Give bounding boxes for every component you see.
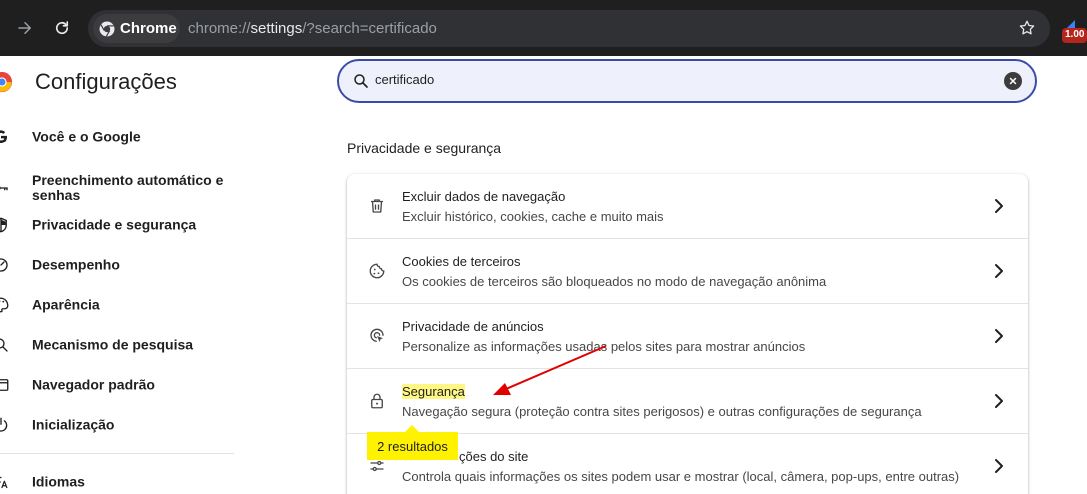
shield-icon — [0, 217, 7, 233]
sidebar-item-label: Inicialização — [32, 416, 115, 433]
ads-privacy-icon — [370, 328, 384, 342]
sidebar-item-languages[interactable]: Idiomas — [0, 462, 240, 494]
browser-window-icon — [0, 379, 9, 391]
sidebar-item-search-engine[interactable]: Mecanismo de pesquisa — [0, 325, 240, 365]
settings-search-box[interactable] — [337, 59, 1037, 103]
translate-icon — [0, 476, 8, 489]
sidebar-item-appearance[interactable]: Aparência — [0, 285, 240, 325]
row-ad-privacy[interactable]: Privacidade de anúncios Personalize as i… — [347, 304, 1028, 369]
sidebar-item-label: Navegador padrão — [32, 376, 155, 393]
search-icon — [0, 338, 8, 352]
sidebar-divider — [0, 453, 234, 454]
chevron-right-icon — [995, 329, 1003, 343]
row-subtitle: Controla quais informações os sites pode… — [402, 469, 960, 484]
chevron-right-icon — [995, 199, 1003, 213]
arrow-right-icon — [18, 22, 31, 34]
row-title: Privacidade de anúncios — [402, 319, 544, 334]
search-results-bubble: 2 resultados — [367, 425, 458, 460]
row-subtitle: Personalize as informações usadas pelos … — [402, 339, 806, 354]
row-clear-browsing-data[interactable]: Excluir dados de navegação Excluir histó… — [347, 174, 1028, 239]
back-button[interactable] — [9, 12, 41, 44]
sidebar-item-label: Idiomas — [32, 473, 85, 490]
sidebar-item-default-browser[interactable]: Navegador padrão — [0, 365, 240, 405]
site-info-chip[interactable]: Chrome — [93, 14, 180, 43]
chevron-right-icon — [995, 264, 1003, 278]
page-title: Configurações — [35, 69, 177, 94]
url-text: chrome://settings/?search=certificado — [188, 20, 437, 37]
key-icon — [0, 186, 8, 191]
browser-toolbar: Chrome chrome://settings/?search=certifi… — [0, 0, 1087, 56]
row-subtitle: Navegação segura (proteção contra sites … — [402, 404, 922, 419]
sidebar-item-autofill[interactable]: Preenchimento automático e senhas — [0, 167, 240, 209]
address-bar[interactable]: Chrome chrome://settings/?search=certifi… — [88, 10, 1050, 47]
row-third-party-cookies[interactable]: Cookies de terceiros Os cookies de terce… — [347, 239, 1028, 304]
gauge-icon — [0, 258, 8, 272]
row-title: Segurança — [402, 384, 465, 399]
cookie-icon — [369, 263, 385, 279]
sidebar-item-label: Privacidade e segurança — [32, 216, 197, 233]
extension-badge: 1.00 — [1062, 28, 1087, 43]
row-subtitle: Os cookies de terceiros são bloqueados n… — [402, 274, 827, 289]
chevron-right-icon — [995, 394, 1003, 408]
row-title: ções do site — [459, 449, 529, 464]
reload-icon — [55, 21, 69, 35]
sidebar-item-label: Mecanismo de pesquisa — [32, 336, 194, 353]
chevron-right-icon — [995, 459, 1003, 473]
search-match-highlight: Segurança — [402, 384, 465, 399]
sidebar-item-label: Aparência — [32, 296, 100, 313]
sidebar-item-label: Desempenho — [32, 256, 120, 273]
clear-search-button[interactable] — [1004, 72, 1022, 90]
row-title: Cookies de terceiros — [402, 254, 521, 269]
settings-search-input[interactable] — [375, 72, 975, 87]
palette-icon — [0, 297, 9, 313]
sidebar-item-you-and-google[interactable]: Você e o Google — [0, 117, 240, 157]
chrome-logo-icon — [0, 71, 13, 93]
chip-label: Chrome — [120, 20, 177, 37]
search-icon — [354, 74, 368, 88]
bookmark-star-icon[interactable] — [1018, 19, 1036, 37]
google-g-icon — [0, 130, 7, 144]
extension-button[interactable]: 1.00 — [1062, 20, 1087, 44]
trash-icon — [371, 199, 383, 213]
row-security[interactable]: Segurança Navegação segura (proteção con… — [347, 369, 1028, 434]
close-icon — [1009, 77, 1017, 85]
sidebar-item-privacy[interactable]: Privacidade e segurança — [0, 205, 240, 245]
row-title: Excluir dados de navegação — [402, 189, 566, 204]
sidebar-item-startup[interactable]: Inicialização — [0, 405, 240, 445]
chrome-logo-icon — [98, 20, 116, 38]
lock-icon — [371, 393, 383, 409]
row-subtitle: Excluir histórico, cookies, cache e muit… — [402, 209, 664, 224]
sidebar-item-performance[interactable]: Desempenho — [0, 245, 240, 285]
section-title: Privacidade e segurança — [347, 140, 502, 156]
sidebar-item-label: Preenchimento automático e senhas — [32, 172, 224, 203]
power-icon — [0, 417, 8, 432]
sidebar-item-label: Você e o Google — [32, 128, 141, 145]
reload-button[interactable] — [46, 12, 78, 44]
